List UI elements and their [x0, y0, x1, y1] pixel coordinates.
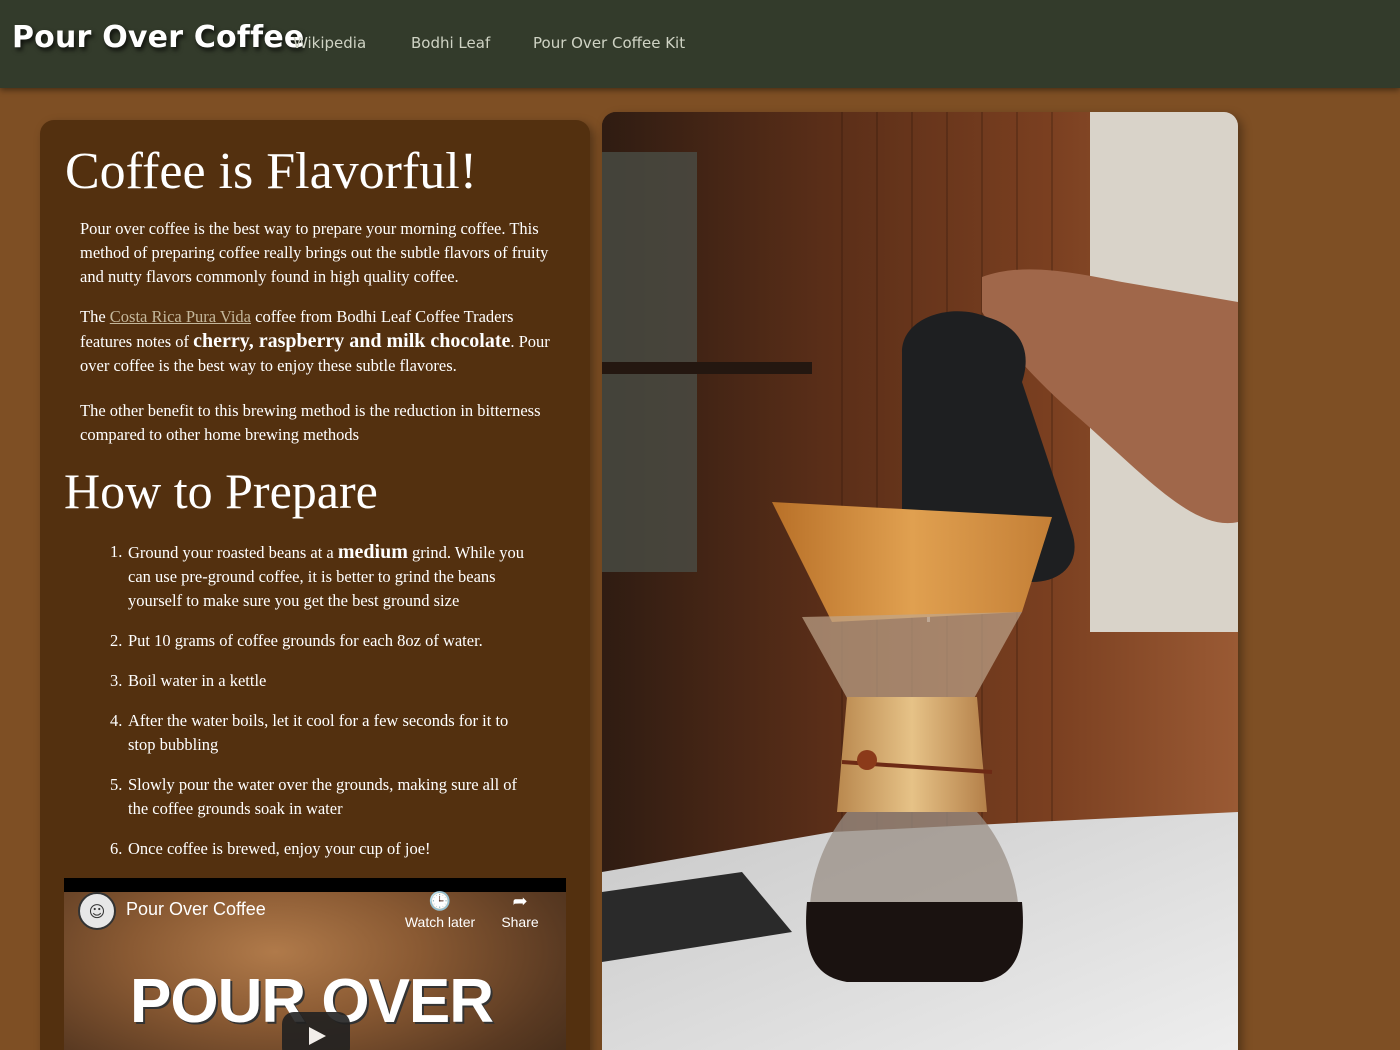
- step-text: Boil water in a kettle: [128, 671, 267, 690]
- share-label: Share: [501, 914, 539, 930]
- intro-paragraph-2: The Costa Rica Pura Vida coffee from Bod…: [80, 305, 560, 378]
- list-item: 2. Put 10 grams of coffee grounds for ea…: [106, 629, 536, 653]
- step-number: 4.: [110, 711, 123, 730]
- step-number: 2.: [110, 631, 123, 650]
- site-title[interactable]: Pour Over Coffee: [12, 20, 304, 55]
- list-item: 1. Ground your roasted beans at a medium…: [106, 540, 536, 613]
- step-text: After the water boils, let it cool for a…: [128, 711, 509, 754]
- flavor-notes: cherry, raspberry and milk chocolate: [193, 330, 511, 352]
- nav-link-pour-over-kit[interactable]: Pour Over Coffee Kit: [533, 34, 685, 52]
- step-number: 1.: [110, 542, 123, 561]
- list-item: 3. Boil water in a kettle: [106, 669, 536, 693]
- intro-heading: Coffee is Flavorful!: [65, 143, 478, 200]
- top-navbar: Pour Over Coffee Wikipedia Bodhi Leaf Po…: [0, 0, 1400, 88]
- step-number: 5.: [110, 775, 123, 794]
- nav-link-wikipedia[interactable]: Wikipedia: [293, 34, 366, 52]
- video-embed[interactable]: ☺ Pour Over Coffee 🕒 Watch later ➦ Share…: [64, 878, 566, 1050]
- list-item: 6. Once coffee is brewed, enjoy your cup…: [106, 837, 536, 861]
- photo-illustration: [602, 112, 1238, 1050]
- watch-later-button[interactable]: 🕒 Watch later: [400, 890, 480, 930]
- share-icon: ➦: [512, 891, 528, 911]
- nav-link-bodhi-leaf[interactable]: Bodhi Leaf: [411, 34, 490, 52]
- list-item: 5. Slowly pour the water over the ground…: [106, 773, 536, 821]
- channel-avatar[interactable]: ☺: [78, 892, 116, 930]
- list-item: 4. After the water boils, let it cool fo…: [106, 709, 536, 757]
- p2-text-start: The: [80, 307, 110, 326]
- prepare-heading: How to Prepare: [64, 463, 378, 519]
- play-icon[interactable]: [282, 1012, 350, 1050]
- intro-paragraph-1: Pour over coffee is the best way to prep…: [80, 219, 549, 286]
- step-text: Put 10 grams of coffee grounds for each …: [128, 631, 483, 650]
- share-button[interactable]: ➦ Share: [480, 890, 560, 930]
- step-text: Ground your roasted beans at a: [128, 543, 338, 562]
- pour-over-coffee-photo: [602, 112, 1238, 1050]
- step-number: 6.: [110, 839, 123, 858]
- grind-size: medium: [337, 541, 408, 563]
- clock-icon: 🕒: [428, 891, 452, 911]
- watch-later-label: Watch later: [404, 914, 476, 930]
- step-text: Slowly pour the water over the grounds, …: [128, 775, 518, 818]
- intro-paragraph-3: The other benefit to this brewing method…: [80, 401, 541, 444]
- step-text: Once coffee is brewed, enjoy your cup of…: [128, 839, 431, 858]
- prepare-steps-list: 1. Ground your roasted beans at a medium…: [106, 540, 536, 877]
- step-number: 3.: [110, 671, 123, 690]
- costa-rica-link[interactable]: Costa Rica Pura Vida: [110, 307, 251, 326]
- video-title[interactable]: Pour Over Coffee: [126, 899, 266, 920]
- content-card: Coffee is Flavorful! Pour over coffee is…: [40, 120, 590, 1050]
